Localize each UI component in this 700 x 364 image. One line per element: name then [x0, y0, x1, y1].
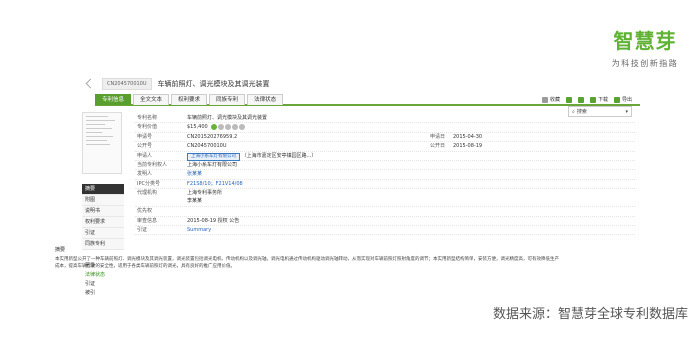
rating-dot [225, 123, 232, 130]
patent-title: 车辆前照灯、调光模块及其调光装置 [157, 80, 270, 88]
info-label: 引证 [137, 226, 148, 233]
toolbar: 收藏 下载 导出 [541, 94, 632, 105]
info-label: 申请人 [137, 152, 153, 159]
info-right-label: 申请日 [430, 133, 446, 140]
info-value: 2015-08-19 授权 公告 [187, 217, 240, 224]
subnav-item-legal[interactable]: 法律状态 [82, 271, 124, 280]
info-label: 申请号 [137, 133, 153, 140]
brand-slogan: 为科技创新指路 [611, 59, 679, 68]
abstract-heading: 摘要 [55, 247, 66, 253]
info-row: 引证 Summary [135, 226, 635, 236]
rating-dot [239, 123, 246, 130]
info-label: 专利价值 [137, 124, 158, 131]
inventor-link[interactable]: 张某某 [187, 170, 202, 179]
info-row: 审查信息 2015-08-19 授权 公告 [135, 217, 635, 226]
title-bar: CN204570010U 车辆前照灯、调光模块及其调光装置 [80, 76, 640, 92]
applicant-badge[interactable]: 上海小糸车灯有限公司 [187, 152, 240, 161]
drawing-thumbnail[interactable] [82, 112, 122, 174]
export-icon [613, 96, 620, 103]
bibliographic-info: 专利名称 车辆前照灯、调光模块及其调光装置 专利价值 $15,400 申请号 C… [135, 114, 635, 236]
info-value: CN204570010U [187, 143, 227, 150]
nav-item-description[interactable]: 说明书 [82, 206, 124, 217]
info-row: 专利价值 $15,400 [135, 123, 635, 133]
tab-claims[interactable]: 权利要求 [171, 94, 208, 105]
info-value-2: 李某某 [187, 198, 203, 205]
nav-item-citations[interactable]: 引证 [82, 228, 124, 239]
brand-name: 智慧芽 [613, 29, 677, 53]
star-icon [541, 96, 548, 103]
info-right-value: 2015-04-30 [453, 133, 483, 140]
info-label: 专利名称 [137, 115, 158, 121]
info-row: 发明人 张某某 [135, 170, 635, 180]
info-label: 当前专利权人 [137, 161, 168, 168]
tab-family[interactable]: 同族专利 [209, 94, 246, 105]
nav-item-claims[interactable]: 权利要求 [82, 217, 124, 228]
info-label: 优先权 [137, 208, 153, 215]
nav-item-drawings[interactable]: 附图 [82, 195, 124, 206]
info-label: IPC分类号 [137, 180, 160, 187]
info-row: 申请号 CN201520276959.2 申请日 2015-04-30 [135, 133, 635, 143]
subnav-item-cited-by[interactable]: 被引 [82, 289, 124, 298]
info-row: 专利名称 车辆前照灯、调光模块及其调光装置 [135, 114, 635, 124]
back-arrow-icon[interactable] [84, 79, 94, 89]
ipc-link[interactable]: F21S8/10；F21V14/08 [187, 180, 243, 189]
abstract-text: 本实用新型公开了一种车辆前照灯、调光模块及其调光装置，调光装置包括调光电机、传动… [55, 257, 559, 269]
info-row: 当前专利权人 上海小糸车灯有限公司 [135, 161, 635, 171]
info-value: CN201520276959.2 [187, 133, 238, 140]
download-label: 下载 [597, 97, 608, 103]
favorite-label: 收藏 [549, 97, 560, 103]
info-row: IPC分类号 F21S8/10；F21V14/08 [135, 180, 635, 190]
rating-dot [232, 123, 239, 130]
export-label: 导出 [621, 97, 632, 103]
data-source-caption: 数据来源：智慧芽全球专利数据库 [492, 307, 688, 322]
star-icon [577, 96, 584, 103]
info-label: 审查信息 [137, 217, 158, 224]
info-label: 发明人 [137, 171, 153, 178]
export-button[interactable]: 导出 [613, 96, 632, 103]
nav-item-abstract[interactable]: 摘要 [82, 184, 124, 195]
info-value: 上海小糸车灯有限公司 [187, 161, 238, 168]
tab-legal-status[interactable]: 法律状态 [247, 94, 284, 105]
applicant-address: （上海市嘉定区安亭镇园区路...） [241, 152, 317, 159]
mark-button[interactable] [577, 96, 584, 103]
abstract-section: 摘要 本实用新型公开了一种车辆前照灯、调光模块及其调光装置，调光装置包括调光电机… [55, 247, 560, 270]
info-label: 公开号 [137, 143, 153, 150]
info-label: 代理机构 [137, 190, 158, 197]
info-row: 代理机构 上海专利事务所 李某某 [135, 189, 635, 208]
citation-link[interactable]: Summary [187, 226, 211, 235]
info-row: 公开号 CN204570010U 公开日 2015-08-19 [135, 142, 635, 152]
publication-number: CN204570010U [102, 78, 152, 90]
info-value: $15,400 [187, 123, 246, 132]
download-button[interactable]: 下载 [589, 96, 608, 103]
tab-patent-info[interactable]: 专利信息 [95, 94, 132, 105]
plus-icon [565, 96, 572, 103]
favorite-button[interactable]: 收藏 [541, 96, 560, 103]
subnav-item-cites[interactable]: 引证 [82, 280, 124, 289]
info-right-value: 2015-08-19 [453, 143, 483, 150]
rating-dot [218, 123, 225, 130]
left-nav: 摘要 附图 说明书 权利要求 引证 同族专利 [82, 184, 124, 250]
info-row: 优先权 [135, 207, 635, 217]
tab-fulltext[interactable]: 全文文本 [133, 94, 170, 105]
rating-dot-active [211, 123, 218, 130]
info-value: 上海小糸车灯有限公司 （上海市嘉定区安亭镇园区路...） [187, 152, 316, 161]
info-row: 申请人 上海小糸车灯有限公司 （上海市嘉定区安亭镇园区路...） [135, 152, 635, 161]
download-icon [589, 96, 596, 103]
info-value: 车辆前照灯、调光模块及其调光装置 [187, 115, 268, 121]
brand-logo: 智慧芽 为科技创新指路 [600, 28, 690, 69]
info-right-label: 公开日 [430, 143, 446, 150]
patent-value: $15,400 [187, 124, 208, 131]
add-button[interactable] [565, 96, 572, 103]
